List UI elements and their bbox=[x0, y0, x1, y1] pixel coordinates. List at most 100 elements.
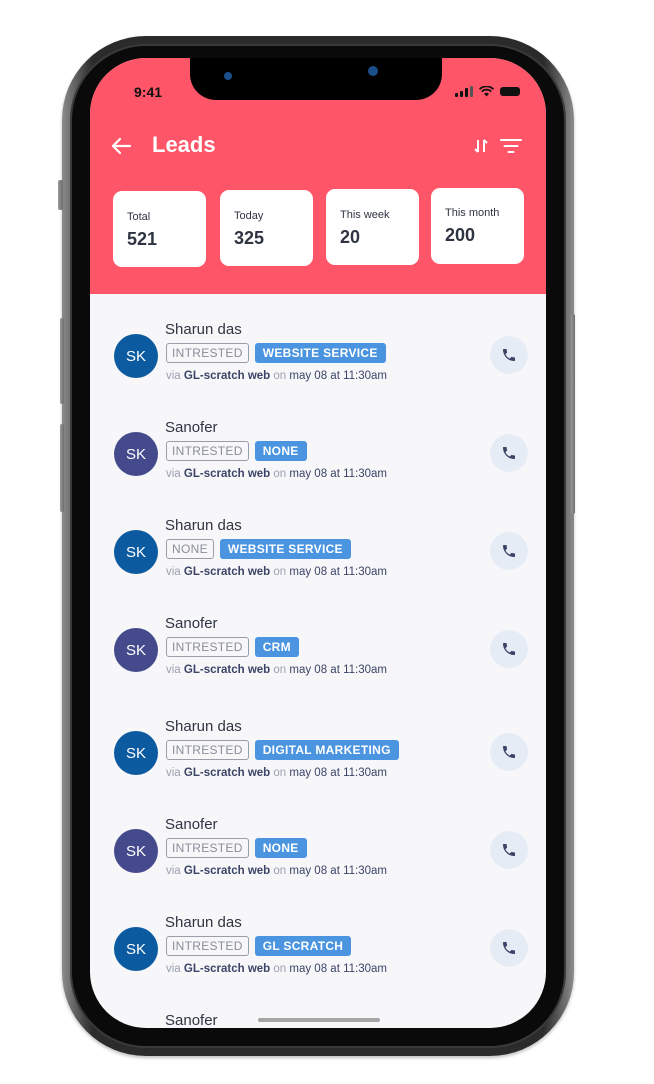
lead-source: GL-scratch web bbox=[183, 664, 271, 676]
filter-button[interactable] bbox=[500, 138, 522, 154]
lead-datetime: may 08 at 11:30am bbox=[289, 468, 387, 480]
service-badge: CRM bbox=[254, 637, 299, 657]
service-badge: GL SCRATCH bbox=[254, 936, 352, 956]
phone-icon bbox=[503, 447, 515, 459]
lead-datetime: may 08 at 11:30am bbox=[289, 767, 387, 779]
avatar: SK bbox=[114, 334, 158, 378]
phone-icon bbox=[503, 942, 515, 954]
lead-item[interactable]: SK Sharun das INTRESTED GL SCRATCH via GL… bbox=[90, 887, 546, 985]
signal-icon bbox=[455, 86, 473, 97]
avatar: SK bbox=[114, 530, 158, 574]
service-badge: DIGITAL MARKETING bbox=[254, 740, 399, 760]
lead-datetime: may 08 at 11:30am bbox=[289, 865, 387, 877]
phone-icon bbox=[503, 643, 515, 655]
lead-datetime: may 08 at 11:30am bbox=[289, 370, 387, 382]
status-badge: INTRESTED bbox=[166, 441, 249, 461]
stat-value: 325 bbox=[234, 228, 265, 248]
status-badge: INTRESTED bbox=[166, 343, 249, 363]
stat-card-today[interactable]: Today 325 bbox=[220, 190, 313, 266]
front-sensor bbox=[224, 72, 232, 80]
phone-icon bbox=[503, 349, 515, 361]
lead-item[interactable]: SK Sharun das NONE WEBSITE SERVICE via GL… bbox=[90, 490, 546, 588]
notch bbox=[190, 58, 442, 100]
call-button[interactable] bbox=[490, 434, 528, 472]
home-indicator[interactable] bbox=[258, 1018, 380, 1022]
sort-arrows-icon bbox=[474, 139, 488, 153]
via-label: via bbox=[166, 963, 181, 975]
stat-card-this-week[interactable]: This week 20 bbox=[326, 189, 419, 265]
avatar: SK bbox=[114, 731, 158, 775]
wifi-icon bbox=[479, 86, 494, 97]
lead-name: Sanofer bbox=[165, 816, 218, 833]
avatar: SK bbox=[114, 628, 158, 672]
stat-label: This month bbox=[445, 207, 500, 219]
phone-icon bbox=[503, 545, 515, 557]
avatar: SK bbox=[114, 432, 158, 476]
service-badge: NONE bbox=[254, 838, 307, 858]
phone-icon bbox=[503, 746, 515, 758]
stat-card-total[interactable]: Total 521 bbox=[113, 191, 206, 267]
stat-value: 20 bbox=[340, 227, 361, 247]
call-button[interactable] bbox=[490, 929, 528, 967]
via-label: via bbox=[166, 566, 181, 578]
lead-source: GL-scratch web bbox=[183, 963, 271, 975]
service-badge: WEBSITE SERVICE bbox=[219, 539, 351, 559]
lead-name: Sharun das bbox=[165, 718, 242, 735]
back-button[interactable] bbox=[110, 136, 132, 161]
lead-item[interactable]: SK Sharun das INTRESTED DIGITAL MARKETING… bbox=[90, 691, 546, 789]
on-label: on bbox=[273, 566, 287, 578]
lead-name: Sanofer bbox=[165, 1012, 218, 1028]
via-label: via bbox=[166, 664, 181, 676]
call-button[interactable] bbox=[490, 532, 528, 570]
lead-name: Sharun das bbox=[165, 517, 242, 534]
lead-meta: via GL-scratch web on may 08 at 11:30am bbox=[166, 664, 387, 676]
via-label: via bbox=[166, 468, 181, 480]
side-button-mute bbox=[58, 180, 63, 210]
on-label: on bbox=[273, 865, 287, 877]
lead-datetime: may 08 at 11:30am bbox=[289, 963, 387, 975]
via-label: via bbox=[166, 370, 181, 382]
battery-icon bbox=[500, 87, 520, 96]
on-label: on bbox=[273, 370, 287, 382]
lead-meta: via GL-scratch web on may 08 at 11:30am bbox=[166, 865, 387, 877]
on-label: on bbox=[273, 468, 287, 480]
service-badge: WEBSITE SERVICE bbox=[254, 343, 386, 363]
front-camera bbox=[368, 66, 378, 76]
service-badge: NONE bbox=[254, 441, 307, 461]
lead-item[interactable]: SK Sharun das INTRESTED WEBSITE SERVICE v… bbox=[90, 294, 546, 392]
lead-item[interactable]: SK Sanofer INTRESTED CRM via GL-scratch w… bbox=[90, 588, 546, 686]
call-button[interactable] bbox=[490, 733, 528, 771]
lead-name: Sharun das bbox=[165, 321, 242, 338]
lead-item[interactable]: SK Sanofer INTRESTED NONE via GL-scratch … bbox=[90, 789, 546, 887]
status-time: 9:41 bbox=[134, 84, 163, 100]
via-label: via bbox=[166, 865, 181, 877]
avatar: SK bbox=[114, 927, 158, 971]
lead-source: GL-scratch web bbox=[183, 566, 271, 578]
on-label: on bbox=[273, 767, 287, 779]
status-icons bbox=[455, 86, 520, 97]
lead-meta: via GL-scratch web on may 08 at 11:30am bbox=[166, 566, 387, 578]
sort-button[interactable] bbox=[474, 138, 488, 159]
stat-card-this-month[interactable]: This month 200 bbox=[431, 188, 524, 264]
status-badge: NONE bbox=[166, 539, 214, 559]
lead-item[interactable]: SK Sanofer INTRESTED NONE via GL-scratch … bbox=[90, 392, 546, 490]
lead-source: GL-scratch web bbox=[183, 370, 271, 382]
arrow-left-icon bbox=[111, 137, 132, 155]
lead-meta: via GL-scratch web on may 08 at 11:30am bbox=[166, 767, 387, 779]
call-button[interactable] bbox=[490, 831, 528, 869]
lead-name: Sanofer bbox=[165, 419, 218, 436]
lead-meta: via GL-scratch web on may 08 at 11:30am bbox=[166, 370, 387, 382]
status-badge: INTRESTED bbox=[166, 637, 249, 657]
stat-value: 200 bbox=[445, 225, 476, 245]
phone-screen: 9:41 Leads Total 521 Today 325 This week… bbox=[90, 58, 546, 1028]
lead-meta: via GL-scratch web on may 08 at 11:30am bbox=[166, 963, 387, 975]
lead-datetime: may 08 at 11:30am bbox=[289, 664, 387, 676]
status-badge: INTRESTED bbox=[166, 936, 249, 956]
call-button[interactable] bbox=[490, 336, 528, 374]
lead-meta: via GL-scratch web on may 08 at 11:30am bbox=[166, 468, 387, 480]
stat-label: Today bbox=[234, 210, 264, 222]
stat-value: 521 bbox=[127, 229, 158, 249]
page-title: Leads bbox=[152, 132, 216, 157]
call-button[interactable] bbox=[490, 630, 528, 668]
lead-datetime: may 08 at 11:30am bbox=[289, 566, 387, 578]
